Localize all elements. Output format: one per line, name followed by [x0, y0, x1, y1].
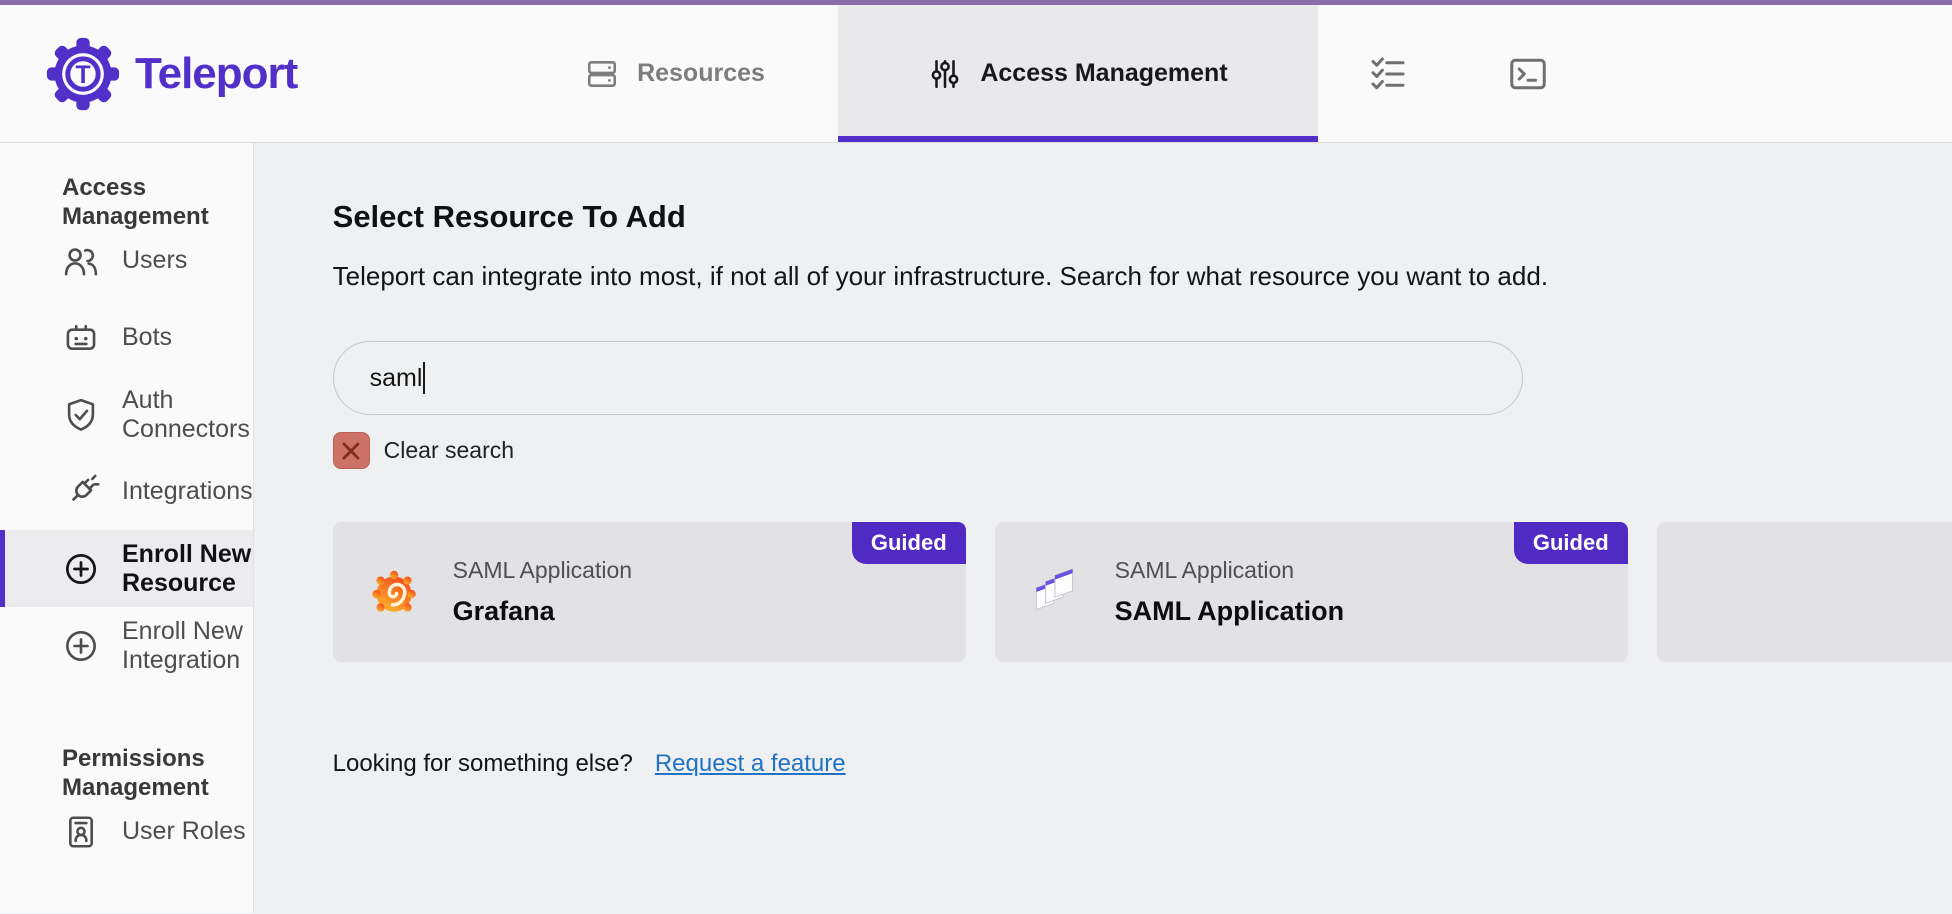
- top-navigation: T Teleport Resources Acc: [0, 5, 1952, 143]
- text-caret: [423, 362, 425, 394]
- users-icon: [62, 242, 100, 280]
- sidebar-item-auth-connectors[interactable]: Auth Connectors: [0, 376, 253, 453]
- brand-wordmark: Teleport: [135, 49, 297, 99]
- guided-badge: Guided: [852, 522, 966, 564]
- sidebar-item-user-roles[interactable]: User Roles: [0, 793, 253, 870]
- sidebar-item-label: User Roles: [122, 817, 246, 846]
- tab-access-management-label: Access Management: [980, 59, 1227, 88]
- plus-circle-icon: [62, 627, 100, 665]
- resource-card-partial[interactable]: [1657, 522, 1952, 662]
- sidebar-item-label: Enroll New Integration: [122, 617, 253, 675]
- resource-card-list: SAML Application Grafana Guided: [333, 522, 1952, 662]
- sidebar-heading-permissions-management: Permissions Management: [0, 744, 253, 773]
- card-title: Grafana: [453, 596, 632, 627]
- page-description: Teleport can integrate into most, if not…: [333, 262, 1952, 291]
- sidebar-item-bots[interactable]: Bots: [0, 299, 253, 376]
- footer-prompt: Looking for something else?: [333, 750, 633, 778]
- tab-access-management[interactable]: Access Management: [838, 5, 1318, 142]
- sidebar-item-label: Auth Connectors: [122, 386, 253, 444]
- clear-x-icon: [340, 440, 362, 462]
- card-title: SAML Application: [1115, 596, 1345, 627]
- sidebar-item-label: Enroll New Resource: [122, 540, 253, 598]
- guided-badge: Guided: [1514, 522, 1628, 564]
- sidebar-heading-access-management: Access Management: [0, 173, 253, 202]
- tab-resources-label: Resources: [637, 59, 765, 88]
- search-input[interactable]: saml: [333, 341, 1523, 415]
- clear-search: Clear search: [333, 432, 1952, 469]
- teleport-gear-icon: T: [45, 36, 121, 112]
- clear-search-button[interactable]: [333, 432, 370, 469]
- card-subtitle: SAML Application: [1115, 557, 1345, 584]
- tab-active-sessions[interactable]: [1458, 5, 1598, 142]
- id-card-icon: [62, 813, 100, 851]
- servers-icon: [585, 57, 619, 91]
- sidebar-item-label: Integrations: [122, 477, 253, 506]
- sidebar-item-label: Users: [122, 246, 187, 275]
- tab-resources[interactable]: Resources: [512, 5, 838, 142]
- sidebar-item-enroll-new-integration[interactable]: Enroll New Integration: [0, 607, 253, 684]
- teleport-logo[interactable]: T Teleport: [0, 5, 512, 142]
- tab-access-requests[interactable]: [1318, 5, 1458, 142]
- bot-icon: [62, 319, 100, 357]
- sidebar-item-users[interactable]: Users: [0, 222, 253, 299]
- plus-circle-icon: [62, 550, 100, 588]
- sliders-icon: [928, 57, 962, 91]
- page-title: Select Resource To Add: [333, 198, 1952, 236]
- sidebar-item-enroll-new-resource[interactable]: Enroll New Resource: [0, 530, 253, 607]
- main-content: Select Resource To Add Teleport can inte…: [254, 143, 1952, 913]
- grafana-icon: [365, 563, 423, 621]
- clear-search-label[interactable]: Clear search: [384, 437, 514, 464]
- terminal-icon: [1508, 54, 1548, 94]
- footer: Looking for something else? Request a fe…: [333, 750, 1952, 778]
- svg-text:T: T: [75, 62, 90, 89]
- card-subtitle: SAML Application: [453, 557, 632, 584]
- shield-check-icon: [62, 396, 100, 434]
- sidebar: Access Management Users: [0, 143, 254, 913]
- sidebar-item-label: Bots: [122, 323, 172, 352]
- search-input-value: saml: [370, 364, 423, 393]
- request-a-feature-link[interactable]: Request a feature: [655, 750, 846, 778]
- saml-stack-icon: [1027, 563, 1085, 621]
- checklist-icon: [1368, 54, 1408, 94]
- resource-card-grafana[interactable]: SAML Application Grafana Guided: [333, 522, 966, 662]
- sidebar-item-integrations[interactable]: Integrations: [0, 453, 253, 530]
- plug-icon: [62, 473, 100, 511]
- resource-card-saml-application[interactable]: SAML Application SAML Application Guided: [995, 522, 1628, 662]
